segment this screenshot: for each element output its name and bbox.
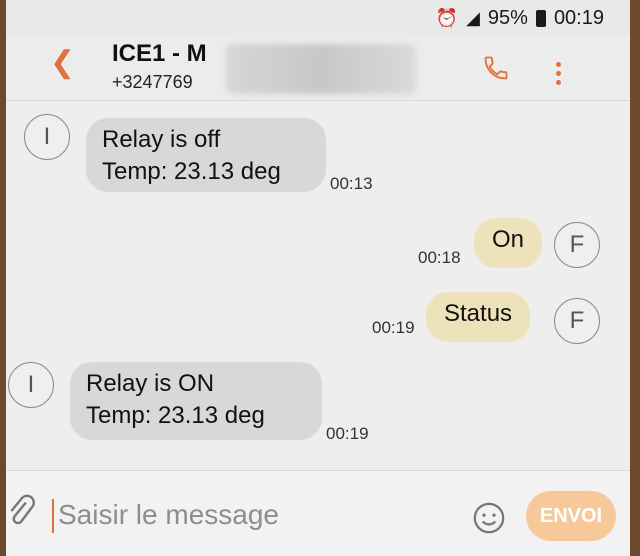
status-time: 00:19 [553,6,604,29]
status-bar: ⏰ ◢ 95% 00:19 [6,0,630,36]
message-time: 00:19 [372,318,415,337]
message-time: 00:19 [326,424,369,443]
message-bubble-outgoing[interactable]: Status [426,292,531,342]
battery-icon [535,9,546,27]
message-bubble-incoming[interactable]: Relay is off Temp: 23.13 deg [86,118,326,192]
conversation-header: ❮ ICE1 - M +3247769 [6,36,630,101]
avatar[interactable]: F [554,298,600,344]
message-line: Relay is off [102,126,221,153]
message-bubble-outgoing[interactable]: On [474,218,543,268]
message-time: 00:13 [330,174,373,193]
avatar[interactable]: F [554,222,600,268]
message-thread: I Relay is off Temp: 23.13 deg 00:13 00:… [6,100,630,470]
phone-icon[interactable] [482,54,510,82]
send-button[interactable]: ENVOI [526,491,616,541]
message-input[interactable]: Saisir le message [58,493,448,537]
contact-name: ICE1 - M [112,40,207,67]
message-line: On [492,226,525,253]
redacted-contact-info [226,44,416,94]
chevron-left-icon[interactable]: ❮ [50,46,75,80]
avatar[interactable]: I [24,114,70,160]
signal-icon: ◢ [466,7,480,28]
battery-percent: 95% [487,6,528,29]
emoji-icon[interactable] [472,501,506,535]
phone-frame: ⏰ ◢ 95% 00:19 ❮ ICE1 - M +3247769 I Rela… [0,0,640,556]
paperclip-icon[interactable] [6,493,36,529]
message-line: Relay is ON [86,370,215,397]
messaging-screen: ⏰ ◢ 95% 00:19 ❮ ICE1 - M +3247769 I Rela… [6,0,630,556]
contact-number: +3247769 [112,72,193,92]
message-bubble-incoming[interactable]: Relay is ON Temp: 23.13 deg [70,362,322,440]
alarm-icon: ⏰ [435,7,459,28]
more-vertical-icon[interactable] [556,62,562,89]
message-line: Status [444,300,513,327]
message-time: 00:18 [418,248,461,267]
message-line: Temp: 23.13 deg [102,158,281,185]
message-line: Temp: 23.13 deg [86,402,265,429]
text-cursor [52,499,54,533]
avatar[interactable]: I [8,362,54,408]
message-composer: Saisir le message ENVOI [6,470,630,556]
